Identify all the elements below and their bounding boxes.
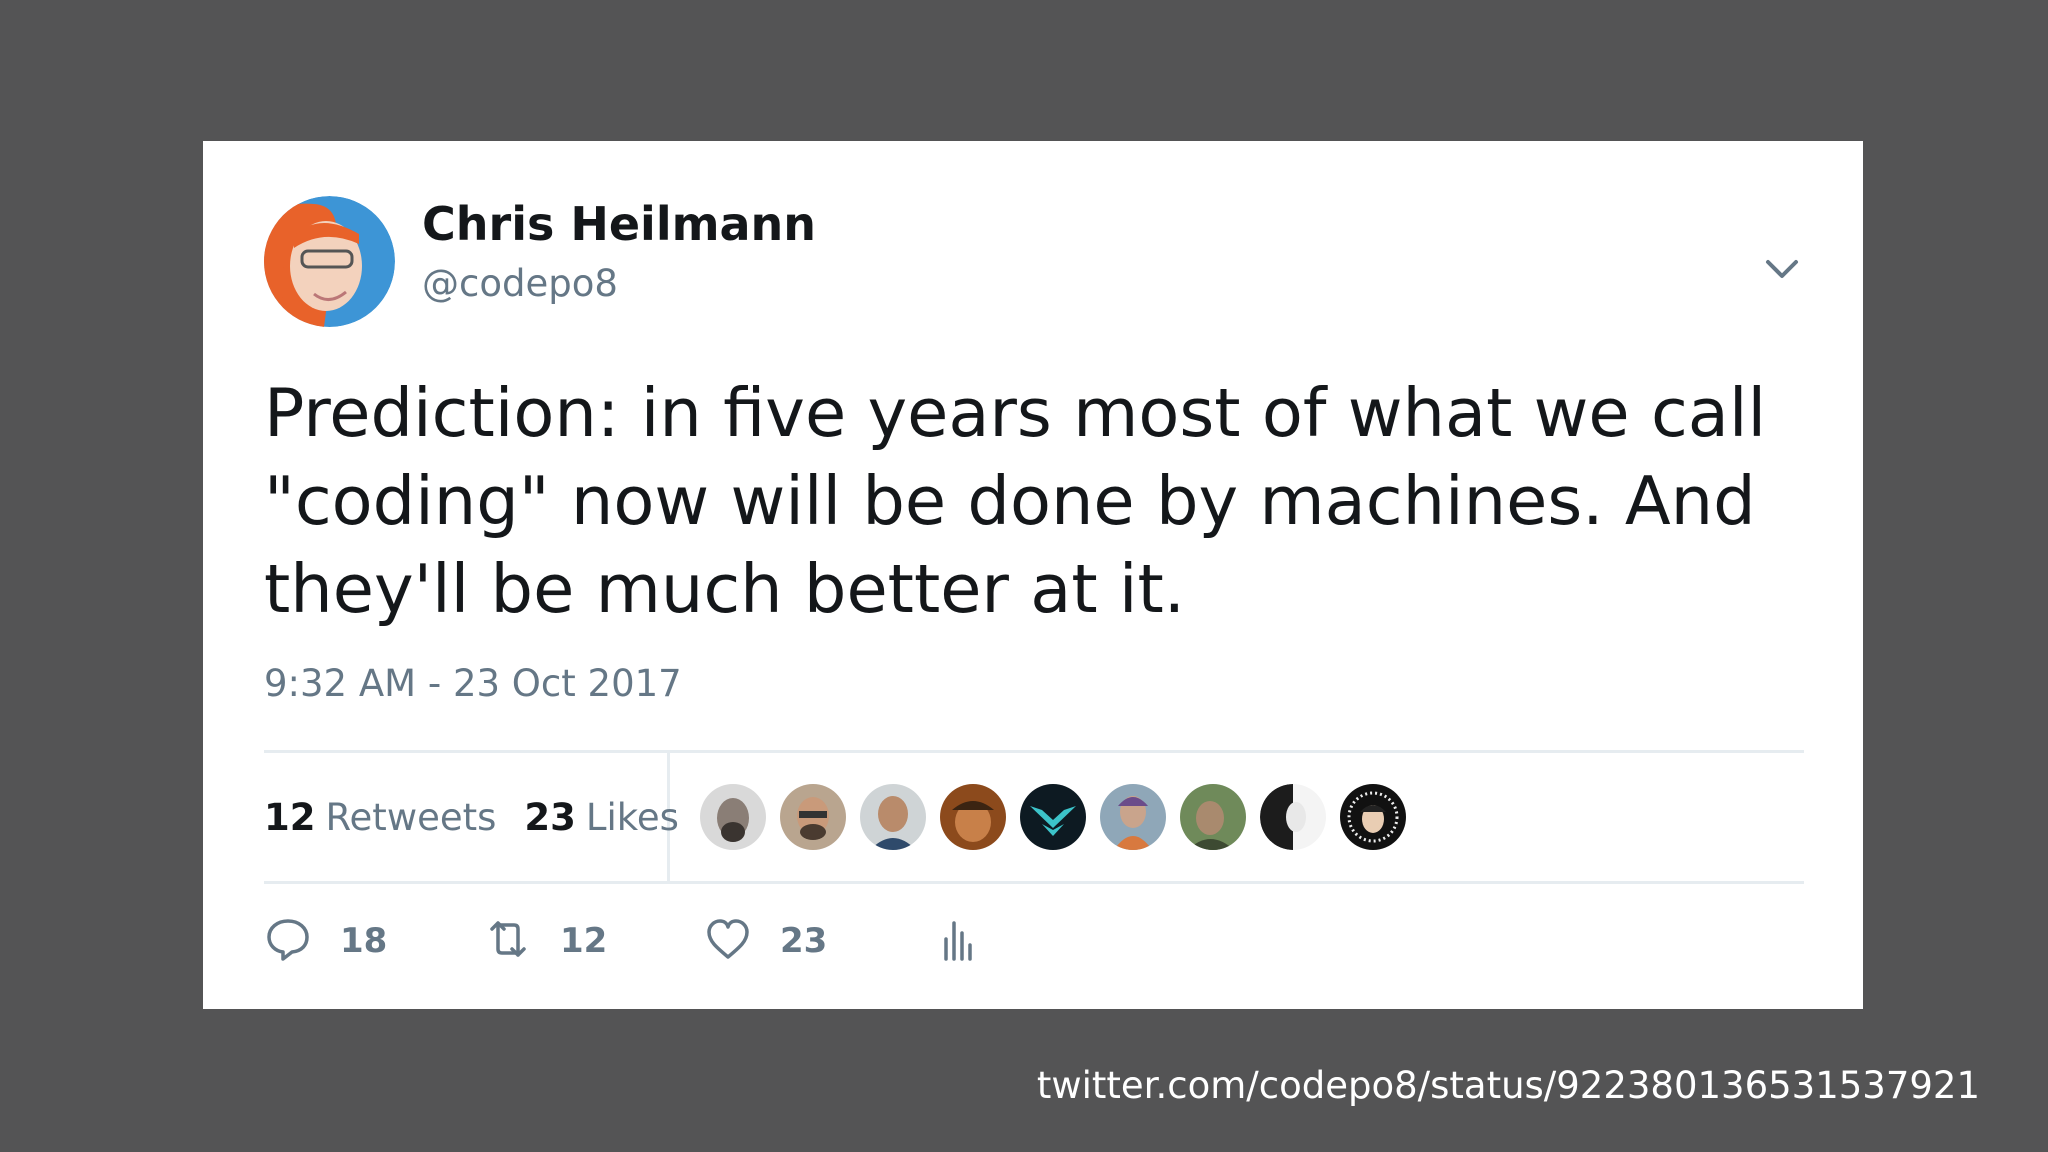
retweet-count: 12	[560, 921, 608, 961]
tweet-url-caption: twitter.com/codepo8/status/9223801365315…	[1036, 1064, 1980, 1107]
liker-avatar[interactable]	[700, 784, 766, 850]
tweet-card: Chris Heilmann @codepo8 Prediction: in f…	[203, 141, 1863, 1009]
engagement-counts: 12 Retweets 23 Likes	[264, 753, 679, 881]
retweet-button[interactable]: 12	[484, 911, 607, 971]
chevron-down-icon[interactable]	[1758, 246, 1806, 294]
retweet-icon	[484, 915, 532, 967]
liker-avatar[interactable]	[1100, 784, 1166, 850]
retweets-stat[interactable]: 12 Retweets	[264, 796, 496, 839]
liker-avatar[interactable]	[1180, 784, 1246, 850]
retweets-label: Retweets	[325, 795, 497, 839]
analytics-icon	[934, 915, 982, 967]
likes-label: Likes	[585, 795, 679, 839]
tweet-stats: 12 Retweets 23 Likes	[264, 750, 1804, 884]
liker-avatar[interactable]	[940, 784, 1006, 850]
liker-avatar[interactable]	[1020, 784, 1086, 850]
author-name[interactable]: Chris Heilmann	[422, 197, 816, 251]
reply-count: 18	[340, 921, 388, 961]
reply-button[interactable]: 18	[264, 911, 387, 971]
heart-icon	[704, 915, 752, 967]
liker-avatar[interactable]	[1260, 784, 1326, 850]
like-button[interactable]: 23	[704, 911, 827, 971]
reply-icon	[264, 915, 312, 967]
tweet-actions: 18 12 23	[264, 911, 1064, 971]
author-handle[interactable]: @codepo8	[422, 262, 618, 305]
slide: Chris Heilmann @codepo8 Prediction: in f…	[0, 0, 2048, 1152]
liker-avatar[interactable]	[1340, 784, 1406, 850]
retweets-count: 12	[264, 795, 316, 839]
likes-count: 23	[524, 795, 576, 839]
liker-avatar[interactable]	[780, 784, 846, 850]
liker-avatar[interactable]	[860, 784, 926, 850]
author-avatar[interactable]	[264, 196, 395, 327]
tweet-text: Prediction: in five years most of what w…	[264, 374, 1767, 628]
likes-stat[interactable]: 23 Likes	[524, 796, 679, 839]
tweet-timestamp[interactable]: 9:32 AM - 23 Oct 2017	[264, 662, 682, 705]
analytics-button[interactable]	[934, 911, 982, 971]
like-count: 23	[780, 921, 828, 961]
